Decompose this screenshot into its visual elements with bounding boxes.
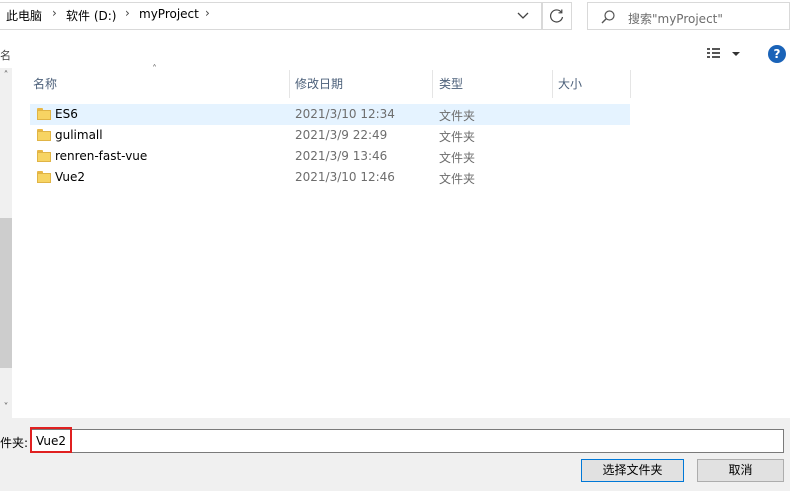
folder-icon [37, 129, 51, 141]
file-date: 2021/3/9 22:49 [295, 128, 388, 142]
chevron-right-icon[interactable]: › [125, 6, 130, 20]
breadcrumb-item-drive[interactable]: 软件 (D:) [66, 7, 116, 24]
column-divider[interactable] [289, 70, 290, 98]
file-name: renren-fast-vue [55, 149, 148, 163]
folder-name-input[interactable] [31, 429, 784, 453]
file-type: 文件夹 [439, 109, 476, 123]
file-type: 文件夹 [439, 172, 476, 186]
folder-icon [37, 150, 51, 162]
help-button[interactable]: ? [768, 45, 786, 63]
column-header-date[interactable]: 修改日期 [295, 70, 432, 98]
file-row[interactable]: Vue2 2021/3/10 12:46 文件夹 [30, 167, 630, 188]
file-row[interactable]: renren-fast-vue 2021/3/9 13:46 文件夹 [30, 146, 630, 167]
cancel-button[interactable]: 取消 [697, 459, 784, 482]
select-folder-button[interactable]: 选择文件夹 [581, 459, 684, 482]
column-divider[interactable] [432, 70, 433, 98]
folder-icon [37, 171, 51, 183]
folder-icon [37, 108, 51, 120]
chevron-down-icon[interactable] [513, 7, 533, 23]
details-view-icon [707, 48, 740, 58]
view-options-button[interactable] [704, 44, 744, 64]
breadcrumb-item-this-pc[interactable]: 此电脑 [6, 7, 42, 24]
scroll-up-icon[interactable]: ˄ [0, 70, 12, 82]
column-divider[interactable] [552, 70, 553, 98]
file-date: 2021/3/10 12:34 [295, 107, 395, 121]
scroll-down-icon[interactable]: ˅ [0, 402, 12, 414]
file-date: 2021/3/10 12:46 [295, 170, 395, 184]
chevron-right-icon[interactable]: › [205, 6, 210, 20]
file-type: 文件夹 [439, 130, 476, 144]
file-type: 文件夹 [439, 151, 476, 165]
refresh-icon [550, 9, 564, 23]
file-name: Vue2 [55, 170, 86, 184]
file-date: 2021/3/9 13:46 [295, 149, 388, 163]
chevron-right-icon[interactable]: › [52, 6, 57, 20]
search-box[interactable]: 搜索"myProject" [587, 2, 790, 30]
column-divider[interactable] [630, 70, 631, 98]
file-row[interactable]: ES6 2021/3/10 12:34 文件夹 [30, 104, 630, 125]
search-icon [601, 10, 615, 24]
breadcrumb-item-folder[interactable]: myProject [139, 7, 199, 21]
help-icon: ? [773, 47, 781, 61]
column-header-name[interactable]: 名称 [33, 70, 288, 98]
column-header-size[interactable]: 大小 [558, 70, 630, 98]
column-header-type[interactable]: 类型 [439, 70, 551, 98]
search-input[interactable]: 搜索"myProject" [628, 10, 723, 27]
organize-label[interactable]: 名 [0, 47, 11, 63]
scrollbar-thumb[interactable] [0, 218, 12, 368]
file-name: ES6 [55, 107, 78, 121]
folder-label: 件夹: [0, 436, 29, 450]
file-name: gulimall [55, 128, 103, 142]
file-row[interactable]: gulimall 2021/3/9 22:49 文件夹 [30, 125, 630, 146]
refresh-button[interactable] [542, 2, 572, 30]
